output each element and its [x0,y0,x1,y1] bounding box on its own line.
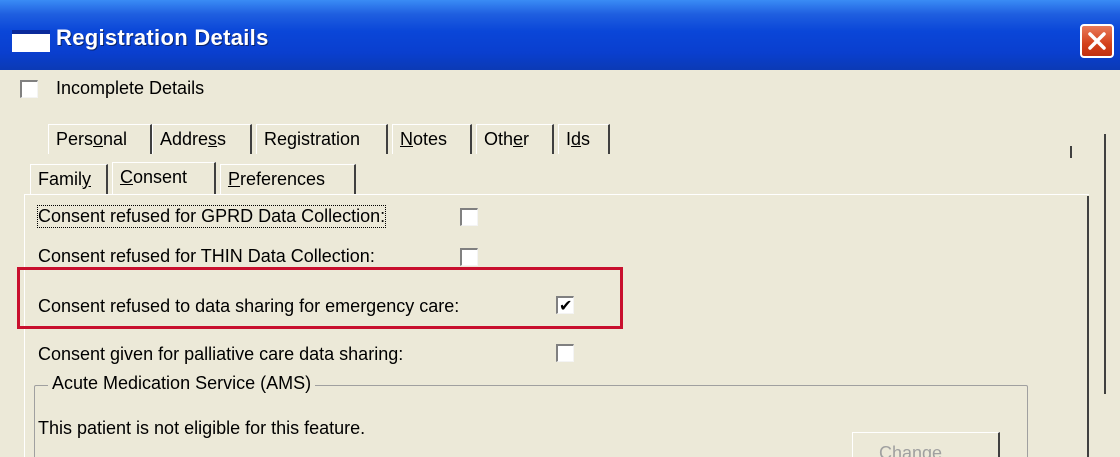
consent-palliative-checkbox[interactable] [556,344,574,362]
tab-label: Personal [56,129,128,149]
tab-row-edge [1070,146,1072,158]
tab-address[interactable]: Address [152,124,252,154]
consent-palliative-label: Consent given for palliative care data s… [38,344,404,364]
tab-panel-top-edge [24,194,1089,197]
tab-label: Consent [120,167,188,187]
consent-emergency-label: Consent refused to data sharing for emer… [38,296,460,316]
tab-label: Preferences [228,169,326,189]
tab-preferences[interactable]: Preferences [220,164,356,194]
close-icon [1088,32,1106,50]
tab-label: Registration [264,129,361,149]
checkmark-icon: ✔ [559,296,573,315]
tab-family[interactable]: Family [30,164,108,194]
tab-ids[interactable]: Ids [558,124,610,154]
tab-panel-right-edge [1087,196,1089,457]
registration-details-window: Registration Details Incomplete Details … [0,0,1120,457]
tab-label: Address [160,129,227,149]
incomplete-details-checkbox[interactable] [20,80,38,98]
tab-consent[interactable]: Consent [112,162,216,194]
tab-personal[interactable]: Personal [48,124,152,154]
tab-label: Family [38,169,91,189]
window-title: Registration Details [56,25,269,50]
consent-thin-label: Consent refused for THIN Data Collection… [38,246,375,266]
tab-label: Other [484,129,530,149]
incomplete-details-label: Incomplete Details [56,78,205,98]
ams-message: This patient is not eligible for this fe… [38,418,366,438]
tab-label: Ids [566,129,591,149]
close-button[interactable] [1080,24,1114,58]
consent-gprd-label: Consent refused for GPRD Data Collection… [36,205,387,228]
ams-group-title: Acute Medication Service (AMS) [48,373,316,394]
outer-panel-edge [1104,134,1106,394]
tab-label: Notes [400,129,448,149]
tab-other[interactable]: Other [476,124,554,154]
title-bar[interactable]: Registration Details [0,0,1120,70]
change-button[interactable]: Change... [852,432,1000,457]
tab-notes[interactable]: Notes [392,124,472,154]
window-icon [12,30,50,52]
change-button-label: Change... [879,443,958,457]
consent-gprd-checkbox[interactable] [460,208,478,226]
tab-registration[interactable]: Registration [256,124,388,154]
consent-emergency-checkbox[interactable]: ✔ [556,296,574,315]
consent-thin-checkbox[interactable] [460,248,478,266]
